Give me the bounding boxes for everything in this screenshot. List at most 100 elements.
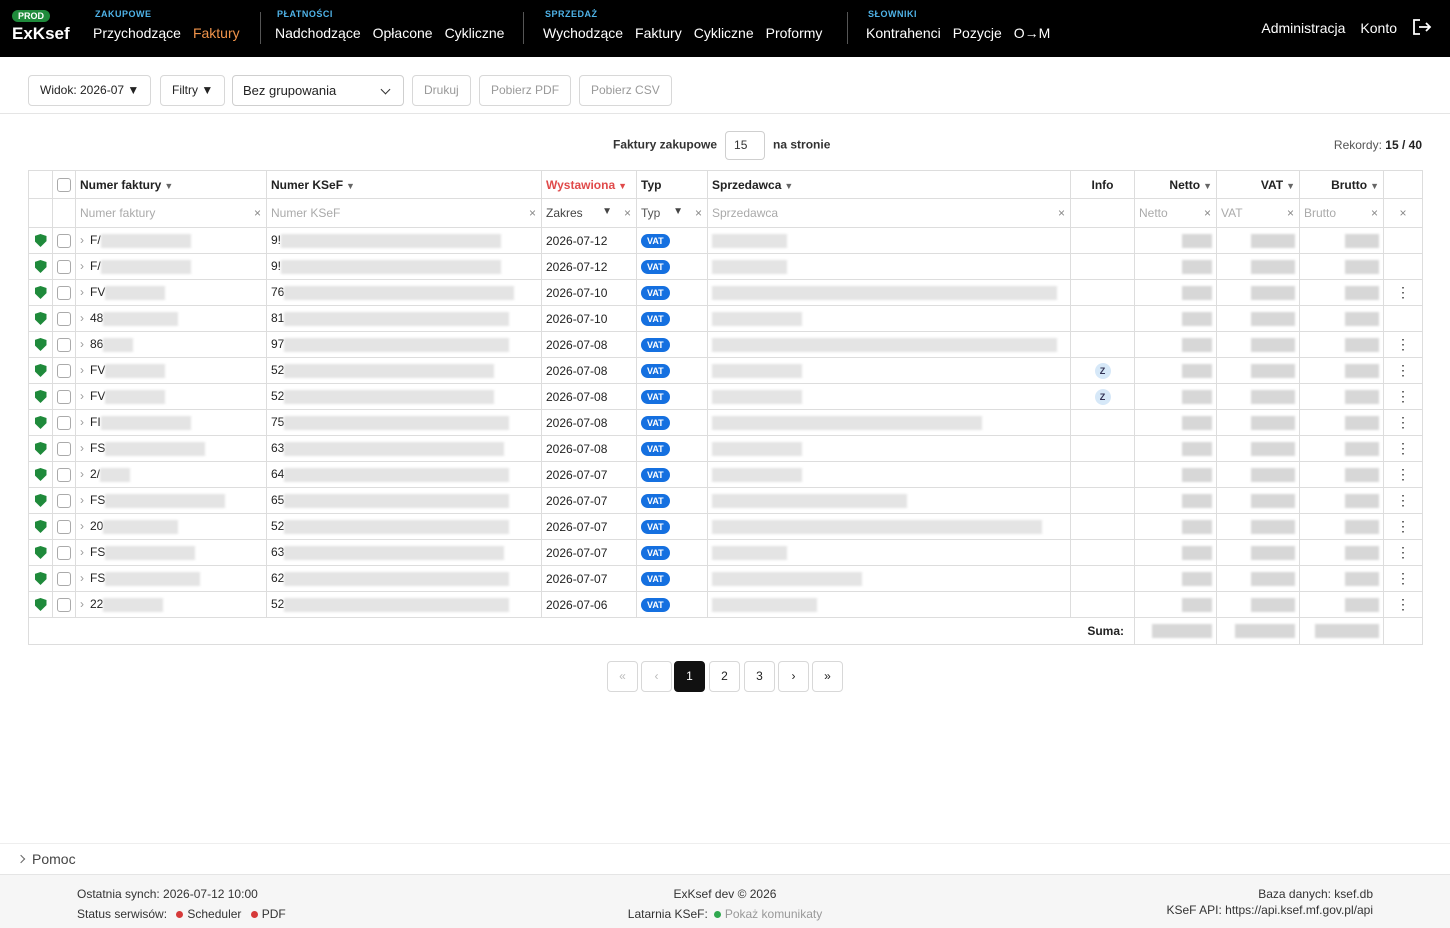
- cell-number[interactable]: › FV: [75, 383, 267, 410]
- clear-icon[interactable]: ×: [529, 206, 536, 220]
- first-page-button[interactable]: «: [607, 661, 638, 692]
- table-row[interactable]: › FV 52 2026-07-08 VAT Z ⋮: [28, 357, 1423, 384]
- filters-dropdown[interactable]: Filtry ▼: [160, 75, 226, 106]
- filter-vat-input[interactable]: VAT ×: [1216, 198, 1300, 228]
- col-header-number[interactable]: Numer faktury ▼: [75, 170, 267, 199]
- app-logo[interactable]: ExKsef: [12, 24, 70, 44]
- nav-account[interactable]: Konto: [1360, 20, 1397, 36]
- nav-administration[interactable]: Administracja: [1261, 20, 1345, 36]
- select-all-checkbox[interactable]: [57, 177, 71, 192]
- nav-outgoing[interactable]: Wychodzące: [543, 25, 623, 41]
- row-checkbox[interactable]: [57, 389, 71, 404]
- kebab-menu-icon[interactable]: ⋮: [1396, 414, 1410, 430]
- next-page-button[interactable]: ›: [778, 661, 809, 692]
- row-checkbox[interactable]: [57, 545, 71, 560]
- row-checkbox[interactable]: [57, 285, 71, 300]
- kebab-menu-icon[interactable]: ⋮: [1396, 362, 1410, 378]
- nav-contractors[interactable]: Kontrahenci: [866, 25, 941, 41]
- cell-number[interactable]: › FS: [75, 539, 267, 566]
- nav-upcoming[interactable]: Nadchodzące: [275, 25, 361, 41]
- table-row[interactable]: › 20 52 2026-07-07 VAT ⋮: [28, 513, 1423, 540]
- kebab-menu-icon[interactable]: ⋮: [1396, 570, 1410, 586]
- kebab-menu-icon[interactable]: ⋮: [1396, 284, 1410, 300]
- row-checkbox[interactable]: [57, 311, 71, 326]
- kebab-menu-icon[interactable]: ⋮: [1396, 544, 1410, 560]
- row-checkbox[interactable]: [57, 467, 71, 482]
- table-row[interactable]: › 22 52 2026-07-06 VAT ⋮: [28, 591, 1423, 618]
- row-checkbox[interactable]: [57, 363, 71, 378]
- cell-number[interactable]: › FI: [75, 409, 267, 436]
- row-checkbox[interactable]: [57, 415, 71, 430]
- filter-seller-input[interactable]: Sprzedawca ×: [707, 198, 1071, 228]
- cell-number[interactable]: › FV: [75, 357, 267, 384]
- filter-type-select[interactable]: Typ ▼ ×: [636, 198, 708, 228]
- table-row[interactable]: › F/9! 2026-07-12 VAT: [28, 253, 1423, 280]
- clear-icon[interactable]: ×: [1371, 206, 1378, 220]
- nav-items[interactable]: Pozycje: [953, 25, 1002, 41]
- per-page-input[interactable]: 15: [725, 131, 766, 160]
- cell-number[interactable]: › FS: [75, 435, 267, 462]
- kebab-menu-icon[interactable]: ⋮: [1396, 466, 1410, 482]
- logout-icon[interactable]: [1412, 19, 1432, 36]
- cell-number[interactable]: › 48: [75, 305, 267, 332]
- clear-icon[interactable]: ×: [624, 206, 631, 220]
- print-button[interactable]: Drukuj: [412, 75, 471, 106]
- kebab-menu-icon[interactable]: ⋮: [1396, 518, 1410, 534]
- cell-number[interactable]: › FS: [75, 487, 267, 514]
- nav-incoming[interactable]: Przychodzące: [93, 25, 181, 41]
- page-2-button[interactable]: 2: [709, 661, 740, 692]
- cell-number[interactable]: › F/: [75, 227, 267, 254]
- col-header-gross[interactable]: Brutto ▼: [1299, 170, 1384, 199]
- table-row[interactable]: › FS 63 2026-07-07 VAT ⋮: [28, 539, 1423, 566]
- row-checkbox[interactable]: [57, 259, 71, 274]
- filter-net-input[interactable]: Netto ×: [1134, 198, 1217, 228]
- clear-icon[interactable]: ×: [1058, 206, 1065, 220]
- table-row[interactable]: › FS 63 2026-07-08 VAT ⋮: [28, 435, 1423, 462]
- lighthouse-link[interactable]: Pokaż komunikaty: [725, 907, 822, 921]
- table-row[interactable]: › FV 76 2026-07-10 VAT ⋮: [28, 279, 1423, 306]
- cell-number[interactable]: › FS: [75, 565, 267, 592]
- kebab-menu-icon[interactable]: ⋮: [1396, 388, 1410, 404]
- clear-icon[interactable]: ×: [1287, 206, 1294, 220]
- page-3-button[interactable]: 3: [744, 661, 775, 692]
- cell-number[interactable]: › 86: [75, 331, 267, 358]
- row-checkbox[interactable]: [57, 493, 71, 508]
- kebab-menu-icon[interactable]: ⋮: [1396, 492, 1410, 508]
- kebab-menu-icon[interactable]: ⋮: [1396, 596, 1410, 612]
- cell-number[interactable]: › 20: [75, 513, 267, 540]
- row-checkbox[interactable]: [57, 337, 71, 352]
- table-row[interactable]: › FV 52 2026-07-08 VAT Z ⋮: [28, 383, 1423, 410]
- page-1-button[interactable]: 1: [674, 661, 705, 692]
- cell-number[interactable]: › FV: [75, 279, 267, 306]
- table-row[interactable]: › FS 62 2026-07-07 VAT ⋮: [28, 565, 1423, 592]
- nav-o-to-m[interactable]: O→M: [1014, 25, 1051, 41]
- info-badge[interactable]: Z: [1094, 388, 1111, 405]
- download-pdf-button[interactable]: Pobierz PDF: [479, 75, 572, 106]
- filter-gross-input[interactable]: Brutto ×: [1299, 198, 1384, 228]
- download-csv-button[interactable]: Pobierz CSV: [579, 75, 672, 106]
- row-checkbox[interactable]: [57, 571, 71, 586]
- row-checkbox[interactable]: [57, 441, 71, 456]
- table-row[interactable]: › 86 97 2026-07-08 VAT ⋮: [28, 331, 1423, 358]
- cell-number[interactable]: › F/: [75, 253, 267, 280]
- col-header-net[interactable]: Netto ▼: [1134, 170, 1217, 199]
- nav-recurring-sales[interactable]: Cykliczne: [694, 25, 754, 41]
- nav-purchase-invoices[interactable]: Faktury: [193, 25, 240, 41]
- grouping-select[interactable]: Bez grupowania: [232, 75, 404, 106]
- clear-icon[interactable]: ×: [1204, 206, 1211, 220]
- kebab-menu-icon[interactable]: ⋮: [1396, 336, 1410, 352]
- view-dropdown[interactable]: Widok: 2026-07 ▼: [28, 75, 152, 106]
- table-row[interactable]: › 2/64 2026-07-07 VAT ⋮: [28, 461, 1423, 488]
- clear-all-filters[interactable]: ×: [1383, 198, 1423, 228]
- filter-number-input[interactable]: Numer faktury ×: [75, 198, 267, 228]
- nav-proforma[interactable]: Proformy: [766, 25, 823, 41]
- row-checkbox[interactable]: [57, 233, 71, 248]
- cell-number[interactable]: › 2/: [75, 461, 267, 488]
- col-header-seller[interactable]: Sprzedawca ▼: [707, 170, 1071, 199]
- table-row[interactable]: › FI 75 2026-07-08 VAT ⋮: [28, 409, 1423, 436]
- col-header-issued[interactable]: Wystawiona ▼: [541, 170, 637, 199]
- table-row[interactable]: › F/9! 2026-07-12 VAT: [28, 227, 1423, 254]
- filter-issued-range[interactable]: Zakres ▼ ×: [541, 198, 637, 228]
- cell-number[interactable]: › 22: [75, 591, 267, 618]
- help-toggle[interactable]: Pomoc: [0, 843, 1450, 874]
